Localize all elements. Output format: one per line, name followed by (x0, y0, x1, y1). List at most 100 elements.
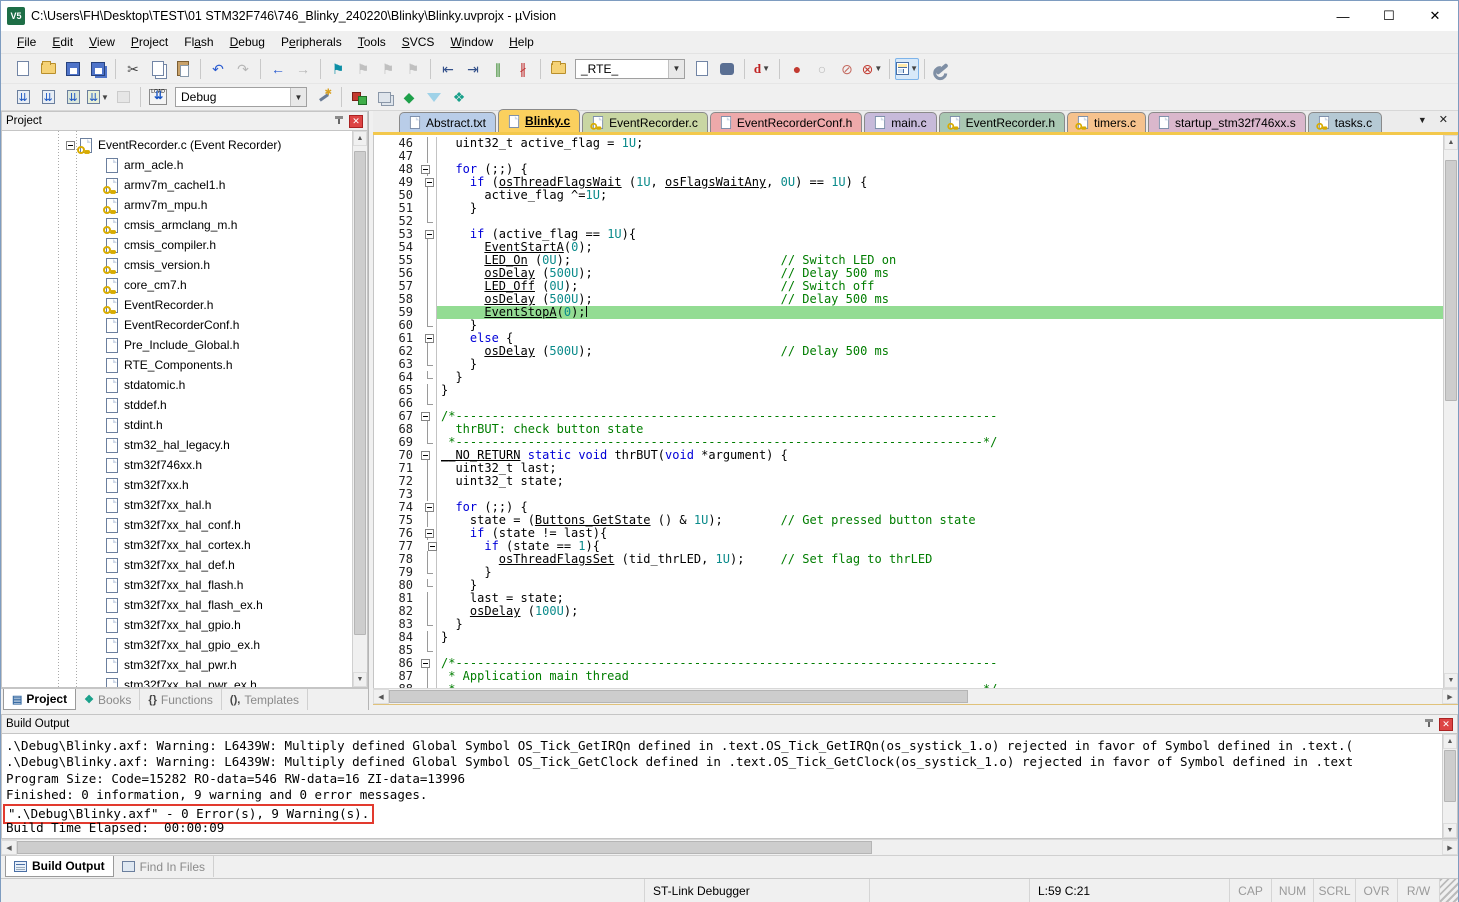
tab-list-dropdown-icon[interactable]: ▼ (1418, 115, 1427, 125)
tree-item[interactable]: arm_acle.h (2, 155, 352, 175)
tab-Blinky.c[interactable]: Blinky.c (498, 109, 580, 132)
tree-item[interactable]: EventRecorder.h (2, 295, 352, 315)
bookmark-toggle-icon[interactable]: ⚑ (326, 58, 350, 80)
stop-build-icon[interactable] (111, 86, 135, 108)
breakpoint-disable-all-icon[interactable]: ⊘ (835, 58, 859, 80)
close-button[interactable]: ✕ (1412, 1, 1458, 31)
download-load-icon[interactable]: LOAD (146, 86, 170, 108)
scroll-down-icon[interactable]: ▼ (1444, 673, 1458, 688)
indent-icon[interactable]: ⇥ (461, 58, 485, 80)
tab-EventRecorder.h[interactable]: EventRecorder.h (939, 112, 1065, 132)
file-new-icon[interactable] (11, 58, 35, 80)
code-line-59[interactable]: 59 EventStopA(0); (374, 306, 1443, 319)
code-line-46[interactable]: 46 uint32_t active_flag = 1U; (374, 137, 1443, 150)
code-line-73[interactable]: 73 (374, 488, 1443, 501)
file-save-icon[interactable] (61, 58, 85, 80)
tree-item[interactable]: EventRecorderConf.h (2, 315, 352, 335)
pin-icon[interactable] (333, 115, 345, 127)
fold-collapse-icon[interactable] (420, 163, 437, 176)
fold-collapse-icon[interactable] (420, 540, 437, 553)
bookmark-next-icon[interactable]: ⚑ (351, 58, 375, 80)
menu-window[interactable]: Window (442, 33, 501, 51)
select-software-packs-icon[interactable]: ◆ (397, 86, 421, 108)
close-panel-icon[interactable]: ✕ (1439, 718, 1453, 731)
tree-item[interactable]: stm32f746xx.h (2, 455, 352, 475)
copy-icon[interactable] (146, 58, 170, 80)
batch-build-icon[interactable]: ▼ (86, 86, 110, 108)
tree-item[interactable]: stm32f7xx_hal_gpio.h (2, 615, 352, 635)
minimize-button[interactable]: — (1320, 1, 1366, 31)
menu-edit[interactable]: Edit (44, 33, 81, 51)
uncomment-selection-icon[interactable]: ∦ (511, 58, 535, 80)
tree-item[interactable]: RTE_Components.h (2, 355, 352, 375)
tab-timers.c[interactable]: timers.c (1067, 112, 1146, 132)
navigate-back-icon[interactable]: ← (266, 58, 290, 80)
panel-tab-templates[interactable]: (),Templates (222, 689, 308, 710)
tree-item[interactable]: stdatomic.h (2, 375, 352, 395)
unindent-icon[interactable]: ⇤ (436, 58, 460, 80)
target-combo[interactable]: Debug▼ (175, 87, 307, 107)
pack-installer-icon[interactable]: ❖ (447, 86, 471, 108)
silicon-vendor-filter-icon[interactable] (422, 86, 446, 108)
chevron-down-icon[interactable]: ▼ (668, 60, 684, 78)
collapse-icon[interactable] (66, 141, 75, 150)
comment-selection-icon[interactable]: ∥ (486, 58, 510, 80)
file-save-all-icon[interactable] (86, 58, 110, 80)
tree-item[interactable]: cmsis_armclang_m.h (2, 215, 352, 235)
project-tree-scrollbar[interactable]: ▲ ▼ (352, 131, 367, 687)
build-output-log[interactable]: .\Debug\Blinky.axf: Warning: L6439W: Mul… (2, 734, 1442, 838)
scroll-down-icon[interactable]: ▼ (353, 672, 367, 687)
tree-item[interactable]: armv7m_mpu.h (2, 195, 352, 215)
code-line-79[interactable]: 79 } (374, 566, 1443, 579)
scroll-up-icon[interactable]: ▲ (1444, 135, 1458, 150)
menu-debug[interactable]: Debug (222, 33, 273, 51)
tab-EventRecorder.c[interactable]: EventRecorder.c (582, 112, 708, 132)
tree-item[interactable]: cmsis_version.h (2, 255, 352, 275)
bottom-tab-find-in-files[interactable]: Find In Files (114, 856, 214, 877)
scroll-left-icon[interactable]: ◀ (1, 840, 17, 855)
build-output-scrollbar[interactable]: ▲ ▼ (1442, 734, 1457, 838)
code-line-72[interactable]: 72 uint32_t state; (374, 475, 1443, 488)
code-editor[interactable]: 46 uint32_t active_flag = 1U;4748 for (;… (374, 135, 1443, 688)
manage-rte-icon[interactable] (347, 86, 371, 108)
tab-EventRecorderConf.h[interactable]: EventRecorderConf.h (710, 112, 862, 132)
cut-icon[interactable]: ✂ (121, 58, 145, 80)
fold-collapse-icon[interactable] (420, 332, 437, 345)
menu-project[interactable]: Project (123, 33, 176, 51)
code-line-84[interactable]: 84} (374, 631, 1443, 644)
scroll-right-icon[interactable]: ▶ (1442, 689, 1458, 704)
panel-tab-project[interactable]: ▤Project (3, 689, 76, 710)
tree-item[interactable]: stm32f7xx_hal_cortex.h (2, 535, 352, 555)
code-line-83[interactable]: 83 } (374, 618, 1443, 631)
rte-combo[interactable]: _RTE_▼ (575, 59, 685, 79)
tree-item[interactable]: cmsis_compiler.h (2, 235, 352, 255)
tab-Abstract.txt[interactable]: Abstract.txt (399, 112, 496, 132)
code-line-51[interactable]: 51 } (374, 202, 1443, 215)
undo-icon[interactable]: ↶ (206, 58, 230, 80)
tree-item[interactable]: armv7m_cachel1.h (2, 175, 352, 195)
paste-icon[interactable] (171, 58, 195, 80)
editor-hscrollbar[interactable]: ◀ ▶ (373, 688, 1458, 704)
scroll-right-icon[interactable]: ▶ (1442, 840, 1458, 855)
code-line-60[interactable]: 60 } (374, 319, 1443, 332)
fold-collapse-icon[interactable] (420, 657, 437, 670)
resize-grip[interactable] (1440, 879, 1458, 902)
redo-icon[interactable]: ↷ (231, 58, 255, 80)
build-output-hscrollbar[interactable]: ◀ ▶ (1, 839, 1458, 855)
options-for-target-icon[interactable] (312, 86, 336, 108)
code-line-47[interactable]: 47 (374, 150, 1443, 163)
find-dropdown-icon[interactable]: d▼ (750, 58, 774, 80)
tree-item[interactable]: stm32_hal_legacy.h (2, 435, 352, 455)
tree-item[interactable]: stddef.h (2, 395, 352, 415)
find-in-files-doc-icon[interactable] (690, 58, 714, 80)
panel-tab-functions[interactable]: {}Functions (140, 689, 222, 710)
menu-peripherals[interactable]: Peripherals (273, 33, 350, 51)
scroll-down-icon[interactable]: ▼ (1443, 823, 1457, 838)
translate-file-icon[interactable] (11, 86, 35, 108)
code-line-65[interactable]: 65} (374, 384, 1443, 397)
menu-help[interactable]: Help (501, 33, 542, 51)
scroll-up-icon[interactable]: ▲ (353, 131, 367, 146)
tree-item[interactable]: stm32f7xx_hal_def.h (2, 555, 352, 575)
fold-collapse-icon[interactable] (420, 527, 437, 540)
menu-svcs[interactable]: SVCS (394, 33, 443, 51)
